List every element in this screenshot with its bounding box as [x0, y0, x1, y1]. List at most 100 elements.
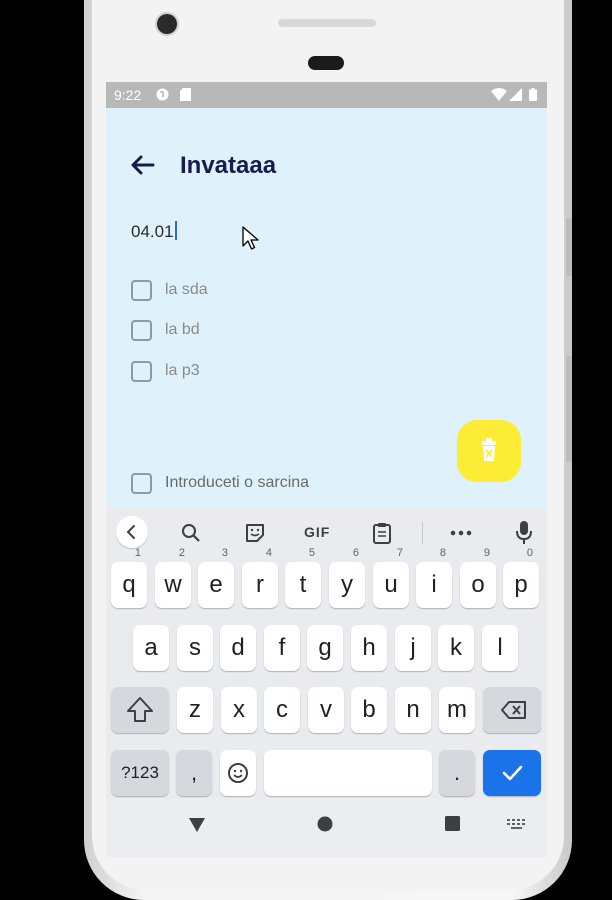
- new-task-input[interactable]: Introduceti o sarcina: [165, 474, 309, 492]
- key-label: o: [471, 571, 485, 598]
- toolbar-divider: [422, 522, 423, 544]
- key-label: t: [299, 571, 307, 598]
- toolbar-back-button[interactable]: [116, 516, 148, 548]
- key-label: c: [276, 696, 288, 723]
- key-i[interactable]: i8: [416, 548, 452, 608]
- checkmark-icon: [502, 765, 523, 781]
- key-f[interactable]: f: [264, 625, 300, 671]
- key-hint: 4: [265, 547, 272, 559]
- game-icon: [156, 88, 169, 101]
- key-t[interactable]: t5: [285, 548, 321, 608]
- key-u[interactable]: u7: [373, 548, 409, 608]
- clipboard-icon[interactable]: [372, 521, 392, 545]
- note-date-input[interactable]: 04.01: [131, 221, 177, 242]
- key-label: v: [320, 696, 332, 723]
- key-x[interactable]: x: [221, 687, 257, 733]
- task-checkbox[interactable]: [131, 280, 152, 301]
- key-y[interactable]: y6: [329, 548, 365, 608]
- space-key[interactable]: [264, 750, 432, 796]
- key-e[interactable]: e3: [198, 548, 234, 608]
- task-checkbox[interactable]: [131, 320, 152, 341]
- power-button: [566, 356, 572, 462]
- key-label: k: [450, 634, 462, 661]
- key-label: s: [189, 634, 201, 661]
- key-hint: 0: [526, 547, 533, 559]
- comma-key[interactable]: ,: [176, 750, 212, 796]
- backspace-key[interactable]: [483, 687, 541, 733]
- earpiece-speaker: [278, 19, 376, 27]
- key-p[interactable]: p0: [503, 548, 539, 608]
- delete-note-button[interactable]: [457, 420, 521, 482]
- status-time: 9:22: [114, 87, 142, 103]
- soft-keyboard: GIF q1w2e3r4t5y6u7i8o9p0 asdfghjkl zxcvb…: [106, 508, 547, 857]
- shift-key[interactable]: [111, 687, 169, 733]
- signal-icon: [509, 88, 522, 101]
- key-k[interactable]: k: [438, 625, 474, 671]
- key-r[interactable]: r4: [242, 548, 278, 608]
- key-v[interactable]: v: [308, 687, 344, 733]
- recents-square-icon[interactable]: [445, 816, 460, 831]
- mic-icon[interactable]: [516, 521, 532, 545]
- key-z[interactable]: z: [177, 687, 213, 733]
- key-s[interactable]: s: [177, 625, 213, 671]
- key-hint: 1: [134, 547, 141, 559]
- volume-button: [566, 218, 572, 276]
- key-label: a: [144, 634, 158, 661]
- key-a[interactable]: a: [133, 625, 169, 671]
- key-label: g: [318, 634, 332, 661]
- sticker-icon[interactable]: [244, 522, 266, 544]
- gif-button[interactable]: GIF: [304, 524, 330, 540]
- key-j[interactable]: j: [395, 625, 431, 671]
- key-d[interactable]: d: [220, 625, 256, 671]
- mouse-pointer-icon: [242, 226, 259, 250]
- key-q[interactable]: q1: [111, 548, 147, 608]
- key-n[interactable]: n: [395, 687, 431, 733]
- screen: 9:22 Invataaa 04.01 la sda la bd la p3 I…: [106, 82, 547, 857]
- key-label: q: [122, 571, 136, 598]
- shift-icon: [127, 697, 153, 722]
- key-hint: 2: [178, 547, 185, 559]
- back-arrow-icon[interactable]: [130, 152, 156, 178]
- search-icon[interactable]: [180, 522, 202, 544]
- text-caret: [174, 221, 177, 240]
- key-label: l: [497, 634, 503, 661]
- emoji-key[interactable]: [220, 750, 256, 796]
- key-label: w: [164, 571, 182, 598]
- key-o[interactable]: o9: [460, 548, 496, 608]
- period-key[interactable]: .: [439, 750, 475, 796]
- key-label: d: [231, 634, 245, 661]
- key-hint: 6: [352, 547, 359, 559]
- key-hint: 8: [439, 547, 446, 559]
- back-triangle-icon[interactable]: [188, 817, 206, 833]
- emoji-icon: [228, 763, 248, 783]
- key-label: m: [447, 696, 467, 723]
- key-label: y: [341, 571, 353, 598]
- key-c[interactable]: c: [264, 687, 300, 733]
- key-l[interactable]: l: [482, 625, 518, 671]
- task-checkbox[interactable]: [131, 361, 152, 382]
- chevron-left-icon: [126, 525, 135, 539]
- task-label: la sda: [165, 281, 208, 298]
- more-icon[interactable]: [450, 529, 472, 537]
- key-b[interactable]: b: [351, 687, 387, 733]
- sd-card-icon: [180, 88, 191, 101]
- key-m[interactable]: m: [439, 687, 475, 733]
- delete-icon: [482, 438, 496, 461]
- symbols-key[interactable]: ?123: [111, 750, 169, 796]
- key-label: b: [362, 696, 376, 723]
- task-label: la bd: [165, 321, 200, 338]
- backspace-icon: [501, 701, 526, 719]
- note-date-value: 04.01: [131, 222, 174, 241]
- key-g[interactable]: g: [307, 625, 343, 671]
- home-circle-icon[interactable]: [317, 816, 333, 832]
- note-title[interactable]: Invataaa: [180, 152, 276, 180]
- key-label: r: [256, 571, 264, 598]
- key-label: f: [278, 634, 286, 661]
- key-w[interactable]: w2: [155, 548, 191, 608]
- enter-key[interactable]: [483, 750, 541, 796]
- front-camera: [157, 14, 177, 34]
- key-label: e: [209, 571, 223, 598]
- keyboard-switch-icon[interactable]: [507, 819, 527, 829]
- key-label: n: [406, 696, 420, 723]
- key-h[interactable]: h: [351, 625, 387, 671]
